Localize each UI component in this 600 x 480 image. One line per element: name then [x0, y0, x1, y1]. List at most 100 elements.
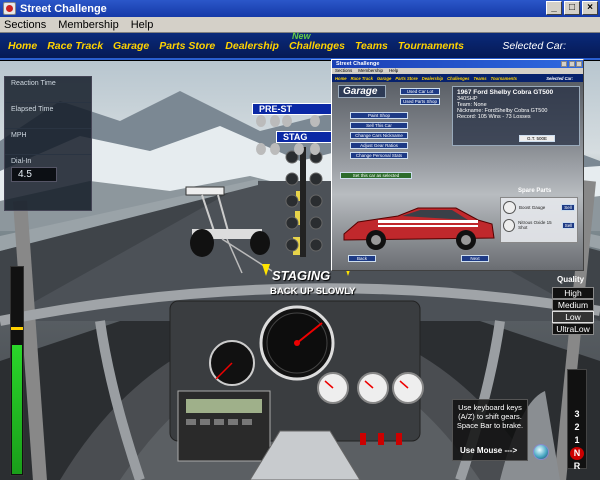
nav-parts-store[interactable]: Parts Store [159, 40, 215, 52]
nav-dealership[interactable]: Dealership [225, 40, 279, 52]
popup-nav-home[interactable]: Home [335, 76, 347, 81]
popup-minimize-button[interactable] [561, 61, 567, 67]
car-info-panel: 1967 Ford Shelby Cobra GT500 340SHP Team… [452, 86, 580, 146]
popup-nav-tournaments[interactable]: Tournaments [491, 76, 517, 81]
popup-nav-dealership[interactable]: Dealership [422, 76, 443, 81]
garage-preview-window: Street Challenge Sections Membership Hel… [331, 59, 584, 271]
quality-ultralow-button[interactable]: UltraLow [552, 323, 594, 335]
popup-nav-teams[interactable]: Teams [473, 76, 486, 81]
spare-parts-list: Boost Gauge Sell Nitrous Oxide 15 Shot S… [500, 197, 578, 243]
opponent-dragster [185, 186, 273, 274]
maximize-button[interactable]: □ [564, 1, 580, 15]
next-button[interactable]: Next [461, 255, 489, 262]
popup-nav-race-track[interactable]: Race Track [351, 76, 373, 81]
change-nickname-button[interactable]: Change Cars Nickname [350, 132, 408, 139]
gear-indicator: 3 2 1 N R [567, 369, 587, 471]
change-personal-stats-button[interactable]: Change Personal Stats [350, 152, 408, 159]
car-record: Record: 105 Wins - 73 Losses [457, 114, 531, 120]
stage-bulbs [256, 115, 320, 155]
dial-in-label: Dial-In [11, 158, 32, 165]
main-nav: Home Race Track Garage Parts Store Deale… [0, 31, 600, 60]
paint-shop-button[interactable]: Paint Shop [350, 112, 408, 119]
used-car-lot-button[interactable]: Used Car Lot [400, 88, 440, 95]
selected-car-label: Selected Car: [502, 39, 566, 52]
window-titlebar: Street Challenge _ □ × [0, 0, 600, 17]
gear-r: R [573, 461, 581, 471]
reaction-time-label: Reaction Time [11, 80, 56, 87]
gear-2: 2 [574, 422, 580, 432]
mph-label: MPH [11, 132, 27, 139]
window-controls: _ □ × [546, 1, 598, 15]
christmas-tree-lights [285, 147, 323, 257]
nitrous-icon [503, 218, 516, 232]
spare-part-name: Boost Gauge [519, 204, 546, 210]
popup-menu-help[interactable]: Help [389, 68, 398, 74]
spare-part-name: Nitrous Oxide 15 Shot [518, 220, 552, 230]
new-badge: New [291, 30, 311, 41]
set-selected-car-button[interactable]: Set this car as selected [340, 172, 412, 179]
sell-car-button[interactable]: Sell This Car [350, 122, 408, 129]
backup-text: BACK UP SLOWLY [270, 286, 356, 297]
nav-garage[interactable]: Garage [113, 40, 149, 52]
menu-help[interactable]: Help [131, 19, 154, 31]
adjust-gear-ratios-button[interactable]: Adjust Gear Ratios [350, 142, 408, 149]
nav-teams[interactable]: Teams [355, 40, 388, 52]
garage-title: Garage [338, 85, 387, 98]
gear-1: 1 [574, 435, 580, 445]
car-code-button[interactable]: G.T. 500E [519, 135, 555, 142]
nav-challenges-label: Challenges [288, 39, 345, 52]
close-button[interactable]: × [582, 1, 598, 15]
use-mouse-label: Use Mouse ---> [460, 446, 518, 455]
popup-nav: Home Race Track Garage Parts Store Deale… [332, 74, 583, 82]
popup-menu-sections[interactable]: Sections [335, 68, 352, 74]
spare-parts-title: Spare Parts [518, 188, 552, 194]
rpm-bar-fill [12, 345, 22, 474]
sell-part-button[interactable]: Sell [561, 203, 575, 211]
minimize-button[interactable]: _ [546, 1, 562, 15]
dial-in-row: Dial-In 4.5 [5, 155, 91, 205]
used-parts-shop-button[interactable]: Used Parts Shop [400, 98, 440, 105]
quality-low-button[interactable]: Low [552, 311, 594, 323]
staging-arrow-left [262, 264, 270, 276]
quality-medium-button[interactable]: Medium [552, 299, 594, 311]
popup-menu-membership[interactable]: Membership [358, 68, 383, 74]
popup-nav-garage[interactable]: Garage [377, 76, 391, 81]
dial-in-value: 4.5 [11, 167, 57, 182]
elapsed-time-row: Elapsed Time [5, 103, 91, 129]
rpm-bar [10, 266, 24, 476]
app-icon [3, 2, 16, 15]
gear-n: N [570, 447, 584, 460]
popup-maximize-button[interactable] [569, 61, 575, 67]
back-button[interactable]: Back [348, 255, 376, 262]
menu-sections[interactable]: Sections [4, 19, 46, 31]
prestage-sign: PRE-ST [252, 103, 334, 115]
staging-text: STAGING [272, 268, 331, 283]
nav-challenges[interactable]: New Challenges [288, 31, 345, 52]
mph-row: MPH [5, 129, 91, 155]
popup-close-button[interactable] [576, 61, 582, 67]
popup-titlebar: Street Challenge [332, 60, 583, 68]
popup-selected-car-label: Selected Car: [546, 75, 573, 81]
spare-part-item[interactable]: Nitrous Oxide 15 Shot Sell [501, 216, 577, 234]
popup-nav-challenges[interactable]: Challenges [447, 76, 469, 81]
menu-membership[interactable]: Membership [58, 19, 119, 31]
rpm-marker [11, 327, 23, 330]
car-name: 1967 Ford Shelby Cobra GT500 [457, 89, 554, 96]
popup-title: Street Challenge [336, 61, 380, 67]
nav-tournaments[interactable]: Tournaments [398, 40, 464, 52]
elapsed-time-label: Elapsed Time [11, 106, 54, 113]
nav-home[interactable]: Home [8, 40, 37, 52]
gauge-icon [503, 200, 516, 214]
timing-panel: Reaction Time Elapsed Time MPH Dial-In 4… [4, 76, 92, 211]
quality-label: Quality [557, 275, 585, 284]
gear-3: 3 [574, 409, 580, 419]
spare-part-item[interactable]: Boost Gauge Sell [501, 198, 577, 216]
shifter-knob-icon[interactable] [533, 444, 549, 460]
reaction-time-row: Reaction Time [5, 77, 91, 103]
shelby-car-image [343, 207, 495, 250]
quality-high-button[interactable]: High [552, 287, 594, 299]
nav-race-track[interactable]: Race Track [47, 40, 103, 52]
sell-part-button[interactable]: Sell [561, 221, 575, 229]
popup-nav-parts-store[interactable]: Parts Store [395, 76, 417, 81]
window-title: Street Challenge [20, 2, 107, 15]
